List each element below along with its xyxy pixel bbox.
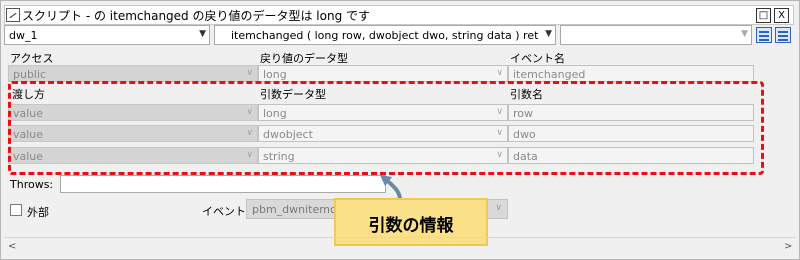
event-select[interactable]: itemchanged ( long row, dwobject dwo, st… <box>214 25 556 45</box>
chevron-down-icon: ▼ <box>545 29 552 39</box>
chevron-down-icon: ▼ <box>741 29 748 39</box>
scroll-right-icon[interactable]: > <box>784 241 792 252</box>
object-select[interactable]: dw_1 ▼ <box>4 25 210 45</box>
external-checkbox[interactable] <box>10 204 22 216</box>
throws-label: Throws: <box>10 178 54 191</box>
scroll-left-icon[interactable]: < <box>8 241 16 252</box>
restore-button[interactable]: □ <box>756 8 771 23</box>
list-view-icon[interactable] <box>775 27 791 43</box>
prototype-view-icon[interactable] <box>756 27 772 43</box>
chevron-down-icon: ▼ <box>199 29 206 39</box>
return-type-value: long <box>263 68 287 81</box>
external-label: 外部 <box>27 206 49 219</box>
return-type-select[interactable]: long ∨ <box>258 65 508 82</box>
close-button[interactable]: X <box>774 8 789 23</box>
horizontal-scrollbar[interactable] <box>4 237 796 255</box>
extra-select[interactable]: ▼ <box>560 25 752 45</box>
event-id-label: イベント <box>202 205 246 218</box>
window-title: スクリプト - の itemchanged の戻り値のデータ型は long です <box>22 9 371 23</box>
event-name-field[interactable]: itemchanged <box>508 65 754 82</box>
arguments-highlight <box>8 81 764 175</box>
chevron-down-icon: ∨ <box>496 68 503 78</box>
event-name-value: itemchanged <box>513 68 586 81</box>
access-header: アクセス <box>10 52 54 65</box>
event-select-value: itemchanged ( long row, dwobject dwo, st… <box>231 29 539 42</box>
return-type-header: 戻り値のデータ型 <box>260 52 348 65</box>
callout-text: 引数の情報 <box>368 216 454 236</box>
access-value: public <box>13 68 47 81</box>
access-select[interactable]: public ∨ <box>8 65 258 82</box>
throws-input[interactable] <box>60 175 386 193</box>
event-name-header: イベント名 <box>510 52 565 65</box>
object-select-value: dw_1 <box>9 29 38 42</box>
chevron-down-icon: ∨ <box>246 68 253 78</box>
chevron-down-icon: ∨ <box>495 203 502 213</box>
script-icon <box>6 8 20 22</box>
